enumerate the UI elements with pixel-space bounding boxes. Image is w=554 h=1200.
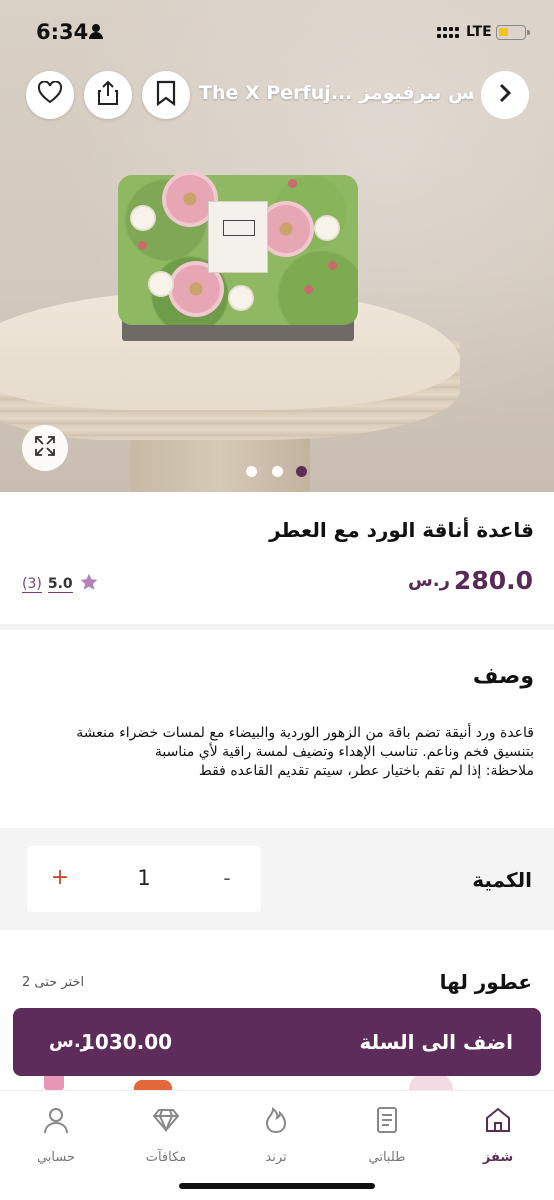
tab-label: مكافآت [145,1150,187,1165]
tab-home[interactable]: شفز [453,1101,543,1165]
section-divider [0,624,554,630]
pagination-dot-active[interactable] [296,466,307,477]
quantity-value: 1 [137,866,151,890]
white-flower [228,285,254,311]
white-flower [314,215,340,241]
tab-orders[interactable]: طلباتي [342,1101,432,1165]
rating-count[interactable]: (3) [22,576,42,593]
quantity-section: الكمية + 1 - [0,828,554,930]
white-flower [148,271,174,297]
gallery-pagination [246,466,310,478]
battery-icon [496,25,530,40]
expand-image-button[interactable] [22,425,68,471]
tab-rewards[interactable]: مكافآت [121,1101,211,1165]
cart-currency-symbol: ر.س [49,1031,92,1052]
diamond-icon [151,1105,181,1135]
heart-icon [37,80,63,109]
decrease-quantity-button[interactable]: - [212,864,242,894]
tab-label: ترند [265,1150,287,1165]
white-flower [130,205,156,231]
perfumes-heading: عطور لها [439,970,532,994]
store-name[interactable]: The X Perfuj... اكس بيرفيومز [199,82,473,104]
pagination-dot[interactable] [272,466,283,477]
price-row: 280.0 ر.س (3) 5.0 [0,566,554,602]
person-icon [88,24,104,40]
description-heading: وصف [472,664,534,689]
expand-icon [33,434,57,462]
home-indicator [179,1183,375,1189]
star-icon [79,572,99,596]
tab-label: حسابي [36,1150,76,1165]
tab-account[interactable]: حسابي [11,1101,101,1165]
share-icon [96,80,120,110]
home-icon [483,1105,513,1135]
rating[interactable]: (3) 5.0 [22,572,99,596]
product-title: قاعدة أناقة الورد مع العطر [269,518,534,542]
share-button[interactable] [84,71,132,119]
favorite-button[interactable] [26,71,74,119]
tab-label: طلباتي [368,1150,406,1165]
quantity-stepper[interactable]: + 1 - [27,846,261,912]
pagination-dot[interactable] [246,466,257,477]
currency-symbol: ر.س [407,570,450,591]
network-type: LTE [466,24,492,40]
cart-total: 1030.00 [81,1030,173,1054]
store-link[interactable]: The X Perfuj... اكس بيرفيومز [199,72,529,118]
description-line: بتنسيق فخم وناعم. تناسب الإهداء وتضيف لم… [154,744,534,760]
orders-icon [372,1105,402,1135]
tab-label: شفز [482,1150,514,1165]
berry [328,261,337,270]
perfume-box [208,201,268,273]
tab-trending[interactable]: ترند [231,1101,321,1165]
status-time: 6:34 [36,20,89,44]
flame-icon [261,1105,291,1135]
description-line: قاعدة ورد أنيقة تضم باقة من الزهور الورد… [76,725,534,741]
quantity-label: الكمية [472,868,532,892]
bookmark-button[interactable] [142,71,190,119]
signal-icon [437,25,461,41]
add-to-cart-button[interactable]: اضف الى السلة 1030.00 ر.س [13,1008,541,1076]
chevron-right-icon [497,82,513,108]
increase-quantity-button[interactable]: + [45,864,75,894]
add-to-cart-label: اضف الى السلة [359,1030,513,1054]
product-price: 280.0 [453,566,533,595]
rating-score[interactable]: 5.0 [47,576,73,593]
user-icon [41,1105,71,1135]
selection-limit-hint: اختر حتى 2 [22,975,85,990]
berry [138,241,147,250]
product-photo [118,165,358,345]
berry [304,285,313,294]
description-text: قاعدة ورد أنيقة تضم باقة من الزهور الورد… [34,724,534,781]
berry [288,179,297,188]
bookmark-icon [155,80,177,110]
description-line: ملاحظة: إذا لم تقم باختيار عطر، سيتم تقد… [198,763,534,779]
back-button[interactable] [481,71,529,119]
